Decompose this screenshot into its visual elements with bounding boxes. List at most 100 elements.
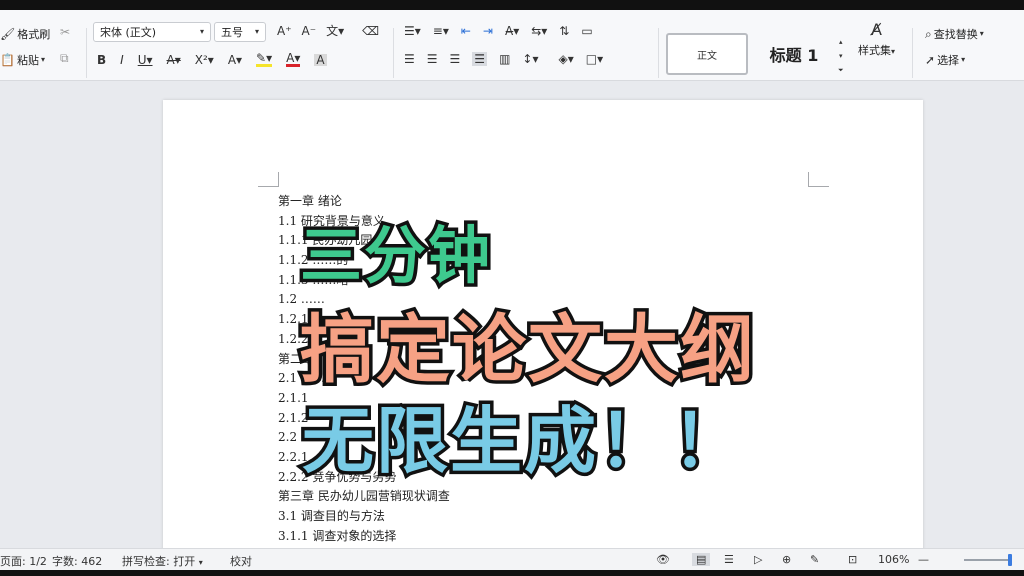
bottom-black-bar (0, 570, 1024, 576)
find-replace-button[interactable]: ⌕ 查找替换 ▾ (925, 26, 984, 42)
top-black-bar (0, 0, 1024, 10)
line-spacing-icon[interactable]: ↕▾ (522, 53, 538, 65)
chevron-down-icon: ▾ (254, 27, 259, 36)
zoom-level[interactable]: 106% (878, 553, 909, 566)
borders-icon[interactable]: □▾ (586, 53, 603, 65)
chevron-down-icon: ▾ (198, 558, 203, 567)
font-name-select[interactable]: 宋体 (正文) ▾ (93, 22, 211, 42)
italic-icon[interactable]: I (120, 54, 124, 66)
char-shading-icon[interactable]: A (314, 53, 327, 66)
outline-line: 1.2.1 (278, 312, 309, 327)
outline-line: 3.1 调查目的与方法 (278, 509, 385, 523)
outline-line: 第一章 绪论 (278, 194, 342, 208)
styles-set-icon: A̸ (871, 20, 882, 39)
proofread-button[interactable]: 校对 (230, 553, 252, 569)
margin-corner-mark (808, 172, 829, 187)
distributed-icon[interactable]: ▥ (499, 53, 510, 65)
style-normal[interactable]: 正文 (666, 33, 748, 75)
font-color-icon[interactable]: A▾ (286, 52, 301, 67)
bullet-list-icon[interactable]: ☰▾ (404, 25, 421, 37)
align-center-icon[interactable]: ☰ (427, 53, 438, 65)
fit-page-icon[interactable]: ⊡ (848, 553, 857, 566)
numbered-list-icon[interactable]: ≡▾ (433, 25, 449, 37)
divider (658, 28, 659, 78)
underline-icon[interactable]: U▾ (138, 54, 153, 66)
outline-line: 1.2 …… (278, 292, 325, 307)
page-indicator[interactable]: 页面: 1/2 (0, 553, 47, 569)
zoom-slider[interactable] (964, 559, 1010, 561)
outline-text[interactable]: 第一章 绪论 1.1 研究背景与意义 1.1.1 民办幼儿园 1.1.2 ……的 1.1… (278, 192, 450, 546)
ribbon-toolbar: 🖌 格式刷 ✂ 📋 粘贴 ▾ ⧉ 宋体 (正文) ▾ 五号 ▾ A⁺ A⁻ 文▾… (0, 10, 1024, 81)
web-view-icon[interactable]: ⊕ (782, 553, 791, 566)
align-right-icon[interactable]: ☰ (450, 53, 461, 65)
increase-indent-icon[interactable]: ⇥ (483, 25, 493, 37)
strikethrough-icon[interactable]: A▾ (167, 54, 181, 66)
play-icon[interactable]: ▷ (754, 553, 762, 566)
eye-icon[interactable]: 👁 (656, 553, 670, 566)
divider (86, 28, 87, 78)
align-left-icon[interactable]: ☰ (404, 53, 415, 65)
outline-view-icon[interactable]: ☰ (724, 553, 734, 566)
bold-icon[interactable]: B (97, 54, 106, 66)
shrink-font-icon[interactable]: A⁻ (302, 25, 317, 37)
phonetic-guide-icon[interactable]: 文▾ (326, 25, 344, 37)
more-styles-icon: ⏷ (838, 66, 844, 74)
outline-line: 第三章 民办幼儿园营销现状调查 (278, 489, 450, 504)
outline-line: 1.2.2 (278, 331, 309, 346)
chevron-down-icon: ▾ (979, 29, 984, 38)
chevron-up-icon: ▴ (839, 38, 843, 46)
zoom-out-icon[interactable]: — (918, 553, 929, 566)
text-effect-icon[interactable]: A▾ (228, 54, 242, 66)
highlight-icon[interactable]: ✎▾ (256, 52, 273, 67)
divider (912, 28, 913, 78)
clear-format-icon[interactable]: ⌫ (362, 25, 379, 37)
zoom-slider-handle[interactable] (1008, 554, 1012, 566)
scissors-icon: ✂ (60, 25, 71, 39)
outline-line: 3.1.1 调查对象的选择 (278, 528, 397, 543)
superscript-icon[interactable]: X²▾ (195, 54, 214, 66)
styles-scroll[interactable]: ▴ ▾ ⏷ (838, 36, 844, 76)
justify-icon[interactable]: ☰ (472, 52, 488, 66)
cut-button[interactable]: ✂ (60, 26, 70, 38)
select-button[interactable]: ➚ 选择 ▾ (925, 52, 965, 68)
chevron-down-icon: ▾ (961, 55, 966, 64)
search-icon: ⌕ (925, 27, 932, 41)
text-direction-icon[interactable]: ⇆▾ (531, 25, 547, 37)
word-count[interactable]: 字数: 462 (52, 553, 102, 569)
word-processor-window: 🖌 格式刷 ✂ 📋 粘贴 ▾ ⧉ 宋体 (正文) ▾ 五号 ▾ A⁺ A⁻ 文▾… (0, 0, 1024, 576)
chevron-down-icon: ▾ (40, 55, 45, 64)
page-view-icon[interactable]: ▤ (692, 553, 711, 566)
shading-icon[interactable]: ◈▾ (558, 53, 573, 65)
outline-line: 2.2.1 (278, 449, 309, 464)
paragraph-tools-row1: ☰▾ ≡▾ ⇤ ⇥ A̶▾ ⇆▾ ⇅ ▭ (404, 25, 593, 37)
chinese-layout-icon[interactable]: A̶▾ (505, 25, 519, 37)
font-format-tools: B I U▾ A▾ X²▾ A▾ ✎▾ A▾ A (97, 52, 327, 67)
paragraph-tools-row2: ☰ ☰ ☰ ☰ ▥ ↕▾ ◈▾ □▾ (404, 52, 603, 66)
decrease-indent-icon[interactable]: ⇤ (461, 25, 471, 37)
outline-line: 1.1.3 ……略 (278, 272, 349, 287)
cursor-arrow-icon: ➚ (925, 53, 936, 67)
styles-set-button[interactable]: A̸ 样式集▾ (858, 20, 896, 58)
pen-icon[interactable]: ✎ (810, 553, 819, 566)
spell-check-toggle[interactable]: 拼写检查: 打开 ▾ (122, 553, 203, 569)
show-marks-icon[interactable]: ▭ (581, 25, 592, 37)
outline-line: 2.2 (278, 430, 298, 445)
status-bar: 页面: 1/2 字数: 462 拼写检查: 打开 ▾ 校对 👁 ▤ ☰ ▷ ⊕ … (0, 548, 1024, 571)
outline-line: 2.1.2 (278, 410, 309, 425)
grow-font-icon[interactable]: A⁺ (277, 25, 292, 37)
sort-icon[interactable]: ⇅ (559, 25, 569, 37)
outline-line: 2.1 …… (278, 371, 325, 386)
copy-button[interactable]: ⧉ (60, 52, 69, 64)
margin-corner-mark (258, 172, 279, 187)
format-painter-button[interactable]: 🖌 格式刷 (0, 26, 50, 42)
outline-line: 1.1.1 民办幼儿园 (278, 233, 373, 248)
style-heading-1[interactable]: 标题 1 (752, 33, 836, 75)
font-size-tools: A⁺ A⁻ 文▾ ⌫ (277, 25, 379, 37)
paste-button[interactable]: 📋 粘贴 ▾ (0, 52, 45, 68)
document-page[interactable]: 第一章 绪论 1.1 研究背景与意义 1.1.1 民办幼儿园 1.1.2 ……的 1.1… (163, 100, 923, 560)
chevron-down-icon: ▾ (891, 47, 896, 56)
outline-line: 2.2.2 竞争优势与劣势 (278, 469, 397, 484)
font-size-select[interactable]: 五号 ▾ (214, 22, 266, 42)
divider (393, 28, 394, 78)
clipboard-icon: 📋 (0, 53, 15, 67)
